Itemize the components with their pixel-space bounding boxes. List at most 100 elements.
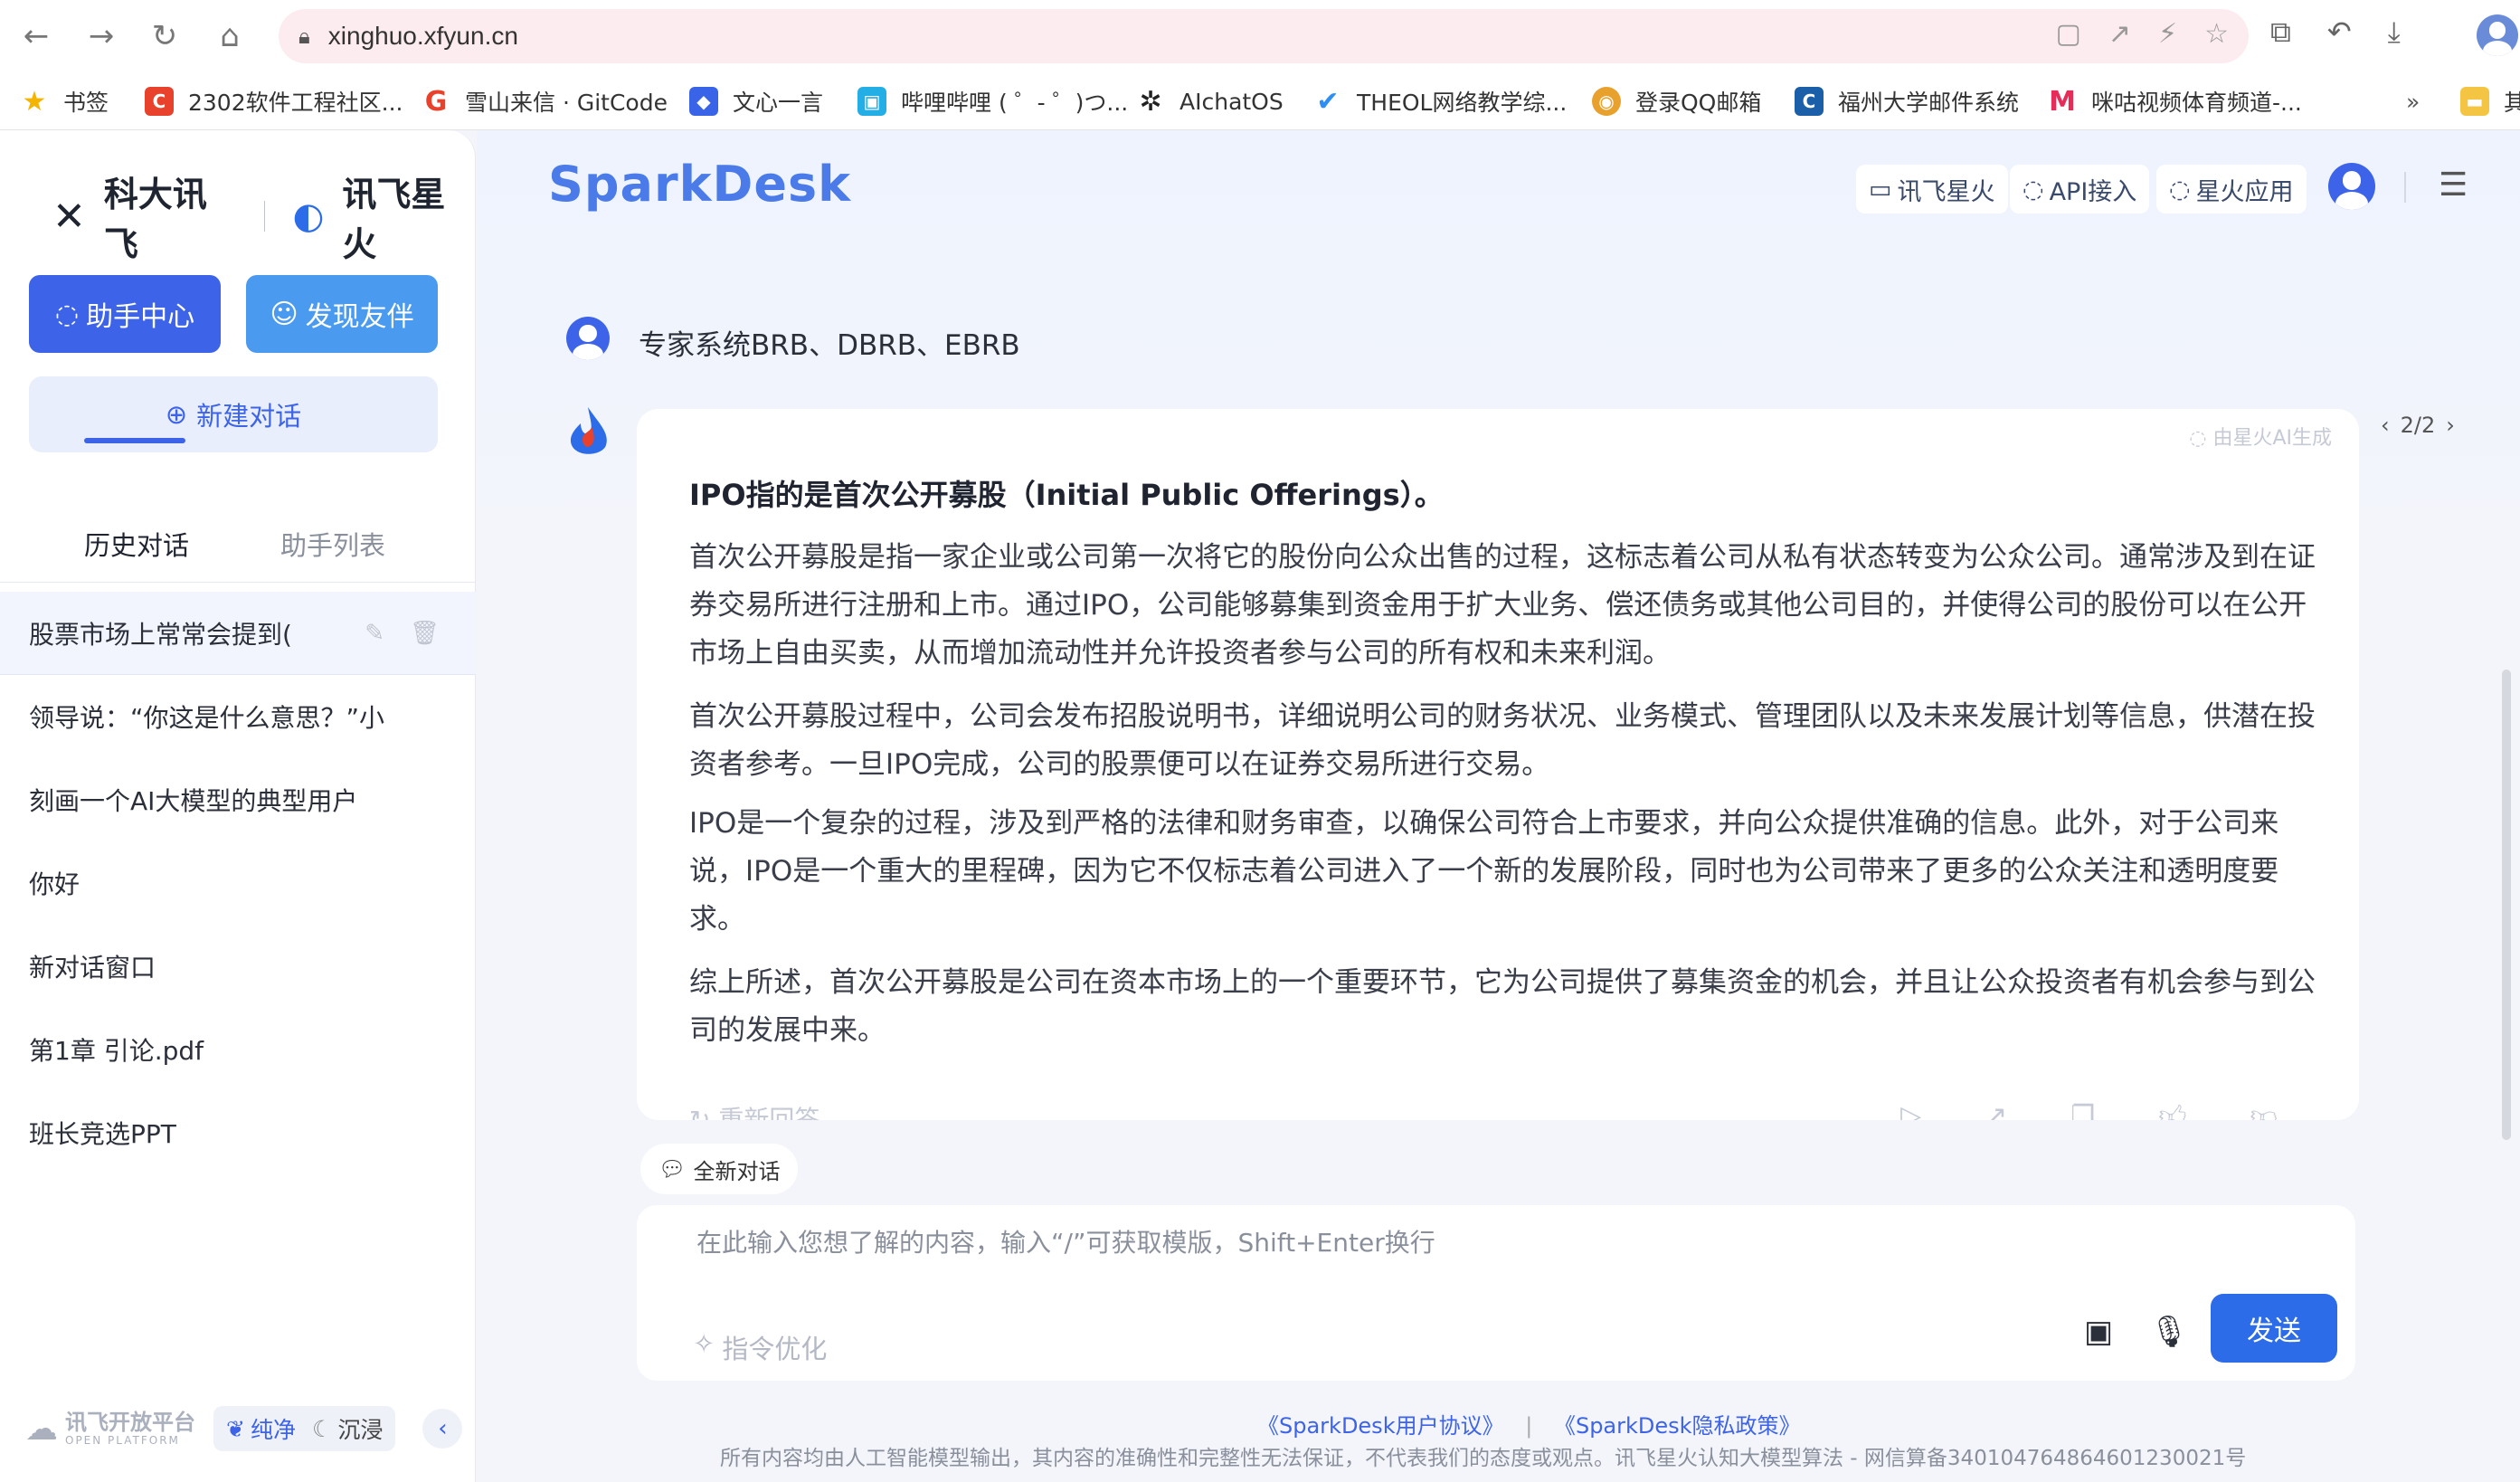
browser-profile-avatar[interactable] <box>2477 14 2518 56</box>
new-session-button[interactable]: 💬︎ 全新对话 <box>640 1144 799 1194</box>
page-icon[interactable]: ▢ <box>2056 18 2081 50</box>
bookmark-item[interactable]: C 2302软件工程社区... <box>145 72 403 130</box>
image-upload-icon[interactable]: ▣ <box>2077 1310 2120 1354</box>
chat-input-box[interactable]: 在此输入您想了解的内容，输入“/”可获取模版，Shift+Enter换行 ✧ 指令… <box>637 1205 2355 1381</box>
prompt-optimize-button[interactable]: ✧ 指令优化 <box>693 1328 827 1366</box>
bookmark-item[interactable]: ✲ AIchatOS <box>1136 72 1283 130</box>
history-item[interactable]: 股票市场上常常会提到( ✎ 🗑︎ <box>0 592 476 675</box>
prev-answer-icon[interactable]: ‹ <box>2381 413 2390 438</box>
open-platform-logo[interactable]: ☁ 讯飞开放平台 OPEN PLATFORM <box>25 1411 195 1448</box>
mode-immersive-option[interactable]: 沉浸 <box>337 1412 383 1445</box>
monitor-icon: ▭ <box>1869 175 1892 204</box>
sidebar-tabs: 历史对话 助手列表 <box>0 510 476 583</box>
bookmark-item[interactable]: C 福州大学邮件系统 <box>1795 72 2019 130</box>
bookmarks-bar: ★ 书签 C 2302软件工程社区... G 雪山来信 · GitCode ◆ … <box>0 72 2520 130</box>
refresh-icon: ↻ <box>689 1105 719 1120</box>
bookmark-item[interactable]: ★ 书签 <box>20 72 109 130</box>
thumbs-up-icon[interactable]: 👍︎ <box>2158 1100 2186 1120</box>
tab-assistants[interactable]: 助手列表 <box>280 525 385 563</box>
active-tab-indicator <box>84 438 185 443</box>
migu-icon: M <box>2049 85 2076 118</box>
mode-toggle: ❦ 纯净 ☾ 沉浸 <box>213 1406 396 1451</box>
bookmark-item[interactable]: ✔ THEOL网络教学综... <box>1313 72 1567 130</box>
sidebar-footer: ☁ 讯飞开放平台 OPEN PLATFORM ❦ 纯净 ☾ 沉浸 ‹ <box>25 1406 463 1451</box>
browser-toolbar: ← → ↻ ⌂ 🔒︎ xinghuo.xfyun.cn ▢ ↗ ⚡︎ ☆ ⧉ ↶… <box>0 0 2520 72</box>
g-logo-icon: G <box>424 85 448 118</box>
microphone-icon[interactable]: 🎙︎ <box>2147 1310 2191 1354</box>
regenerate-button[interactable]: ↻ 重新回答 <box>689 1100 819 1120</box>
discover-button[interactable]: ☺ 发现友伴 <box>246 275 438 353</box>
back-icon[interactable]: ← <box>13 13 60 60</box>
bolt-icon[interactable]: ⚡︎ <box>2158 18 2177 50</box>
chat-bubble-icon: 💬︎ <box>658 1156 687 1182</box>
header-link-xinghuo[interactable]: ▭ 讯飞星火 <box>1856 165 2008 214</box>
undo-icon[interactable]: ↶ <box>2327 14 2352 50</box>
edit-icon[interactable]: ✎ <box>365 620 384 647</box>
lock-icon: 🔒︎ <box>298 24 310 49</box>
extensions-icon[interactable]: ⧉ <box>2270 14 2291 50</box>
spark-bot-icon <box>570 407 607 454</box>
collapse-sidebar-icon[interactable]: ‹ <box>422 1409 463 1449</box>
footer-separator: | <box>1525 1413 1533 1439</box>
thumbs-down-icon[interactable]: 👎︎ <box>2250 1100 2278 1120</box>
cube-icon: ◆ <box>689 87 718 116</box>
history-item[interactable]: 班长竞选PPT <box>0 1091 476 1174</box>
history-item[interactable]: 领导说：“你这是什么意思？”小 <box>0 675 476 758</box>
smile-icon: ☺ <box>270 298 298 330</box>
home-icon[interactable]: ⌂ <box>206 13 253 60</box>
share-icon[interactable]: ↗ <box>2108 18 2131 50</box>
history-item[interactable]: 刻画一个AI大模型的典型用户 <box>0 758 476 841</box>
trash-icon[interactable]: 🗑︎ <box>410 620 440 647</box>
assistant-center-button[interactable]: ◌ 助手中心 <box>29 275 221 353</box>
send-button[interactable]: 发送 <box>2211 1294 2337 1363</box>
mode-pure-option[interactable]: 纯净 <box>251 1412 296 1445</box>
tab-history[interactable]: 历史对话 <box>84 525 189 563</box>
folder-icon: ▬ <box>2460 87 2489 116</box>
share-icon[interactable]: ↗ <box>1985 1100 2007 1120</box>
bookmark-item[interactable]: ◆ 文心一言 <box>689 72 823 130</box>
url-text: xinghuo.xfyun.cn <box>327 22 518 50</box>
browser-tools: ⧉ ↶ ⤓ <box>2270 14 2401 50</box>
play-icon[interactable]: ▷ <box>1900 1100 1921 1120</box>
privacy-policy-link[interactable]: 《SparkDesk隐私政策》 <box>1554 1413 1801 1439</box>
download-icon[interactable]: ⤓ <box>2388 14 2401 50</box>
chrome-icon: ◉ <box>1592 87 1621 116</box>
bookmark-item[interactable]: M 咪咕视频体育频道-... <box>2048 72 2302 130</box>
logo-divider <box>263 201 266 232</box>
header-link-api[interactable]: ◌ API接入 <box>2010 165 2150 214</box>
bookmark-folder[interactable]: ▬ 其 <box>2460 72 2520 130</box>
history-item[interactable]: 新对话窗口 <box>0 925 476 1008</box>
user-avatar[interactable] <box>2328 163 2375 210</box>
logo-text-spark: 讯飞星火 <box>342 175 446 264</box>
copy-icon[interactable]: ❐ <box>2070 1100 2095 1120</box>
answer-actions: ▷ ↗ ❐ 👍︎ 👎︎ <box>1900 1100 2278 1120</box>
plug-icon: ◌ <box>2023 175 2044 204</box>
address-bar[interactable]: 🔒︎ xinghuo.xfyun.cn ▢ ↗ ⚡︎ ☆ <box>279 9 2249 63</box>
header-link-apps[interactable]: ◌ 星火应用 <box>2156 165 2307 214</box>
bookmark-item[interactable]: G 雪山来信 · GitCode <box>422 72 668 130</box>
answer-paragraph: 首次公开募股是指一家企业或公司第一次将它的股份向公众出售的过程，这标志着公司从私… <box>689 541 2316 670</box>
iflytek-logo-icon: ✕ <box>52 193 86 240</box>
logo-text-iflytek: 科大讯飞 <box>103 175 207 264</box>
forward-icon[interactable]: → <box>78 13 125 60</box>
menu-icon[interactable]: ☰ <box>2439 166 2468 204</box>
header-divider <box>2404 172 2406 203</box>
bookmark-item[interactable]: ▣ 哔哩哔哩 ( ゜- ゜)つ... <box>857 72 1128 130</box>
answer-title: IPO指的是首次公开募股（Initial Public Offerings）。 <box>689 478 1444 512</box>
answer-paragraph: 综上所述，首次公开募股是公司在资本市场上的一个重要环节，它为公司提供了募集资金的… <box>689 966 2316 1047</box>
question-user-avatar <box>566 317 610 360</box>
history-item[interactable]: 第1章 引论.pdf <box>0 1008 476 1091</box>
user-agreement-link[interactable]: 《SparkDesk用户协议》 <box>1257 1413 1504 1439</box>
spark-logo-icon: ◐ <box>292 195 325 237</box>
bookmark-item[interactable]: ◉ 登录QQ邮箱 <box>1592 72 1761 130</box>
answer-paragraph: IPO是一个复杂的过程，涉及到严格的法律和财务审查，以确保公司符合上市要求，并向… <box>689 807 2279 936</box>
cloud-icon: ☁ <box>25 1410 58 1448</box>
reload-icon[interactable]: ↻ <box>141 13 188 60</box>
footer-disclaimer: 所有内容均由人工智能模型输出，其内容的准确性和完整性无法保证，不代表我们的态度或… <box>720 1447 2247 1470</box>
history-item[interactable]: 你好 <box>0 841 476 925</box>
next-answer-icon[interactable]: › <box>2446 413 2455 438</box>
chat-input-placeholder[interactable]: 在此输入您想了解的内容，输入“/”可获取模版，Shift+Enter换行 <box>696 1223 1435 1259</box>
more-bookmarks-button[interactable]: » <box>2406 72 2420 130</box>
bookmark-star-icon[interactable]: ☆ <box>2204 18 2229 50</box>
page-scrollbar[interactable] <box>2502 670 2511 1140</box>
